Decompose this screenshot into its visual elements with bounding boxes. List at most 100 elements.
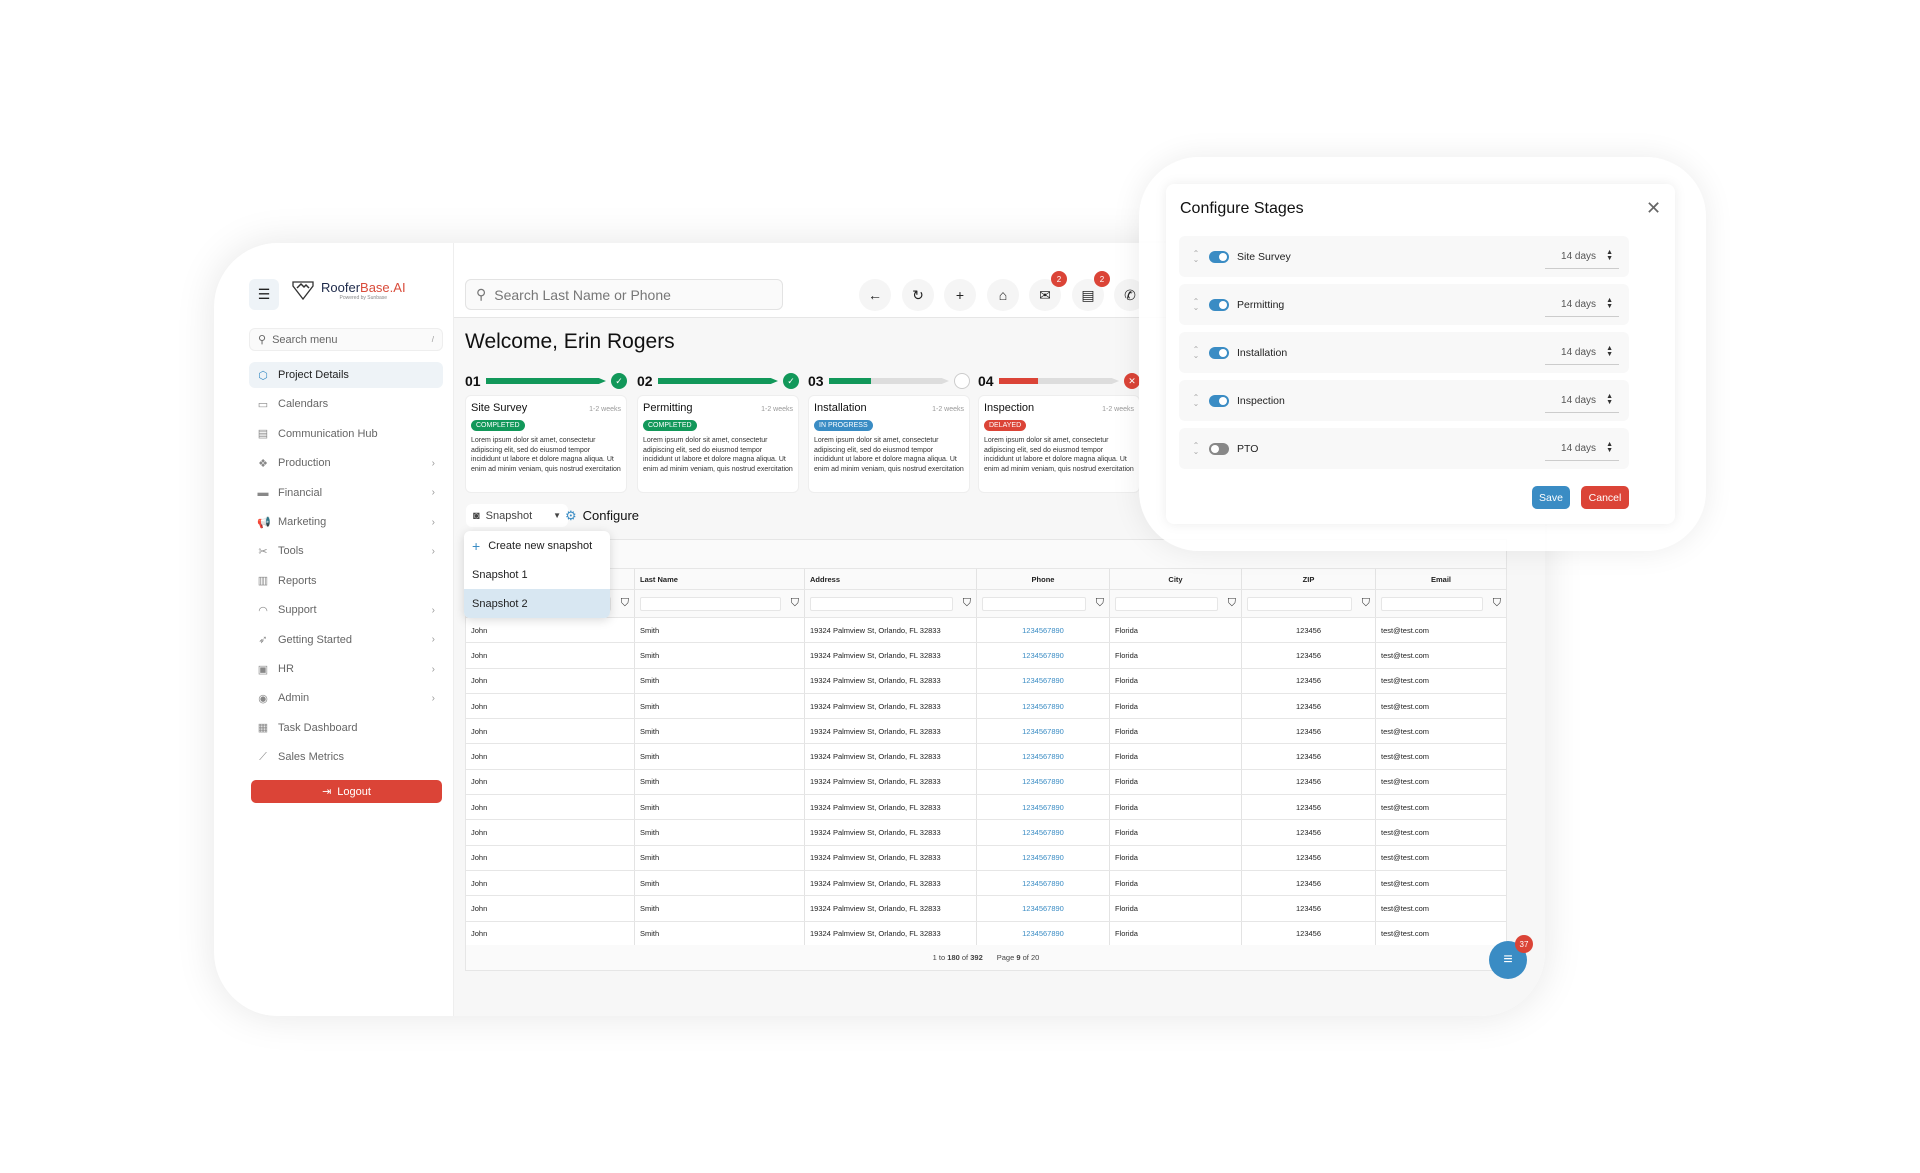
filter-icon[interactable]: ⛉ (1362, 597, 1370, 610)
stage-toggle[interactable] (1209, 442, 1229, 455)
phone-link[interactable]: 1234567890 (977, 845, 1110, 870)
collapse-sidebar-button[interactable]: ☰ (249, 279, 279, 310)
global-search-input[interactable]: ⚲ Search Last Name or Phone (465, 279, 783, 310)
filter-icon[interactable]: ⛉ (1493, 597, 1501, 610)
sidebar-item-calendars[interactable]: ▭ Calendars (249, 391, 443, 417)
stepper-arrows-icon[interactable]: ▲ ▼ (1606, 441, 1613, 454)
table-row[interactable]: John Smith 19324 Palmview St, Orlando, FL … (466, 643, 1506, 669)
snapshot-dropdown[interactable]: ◙ Snapshot ▼ (466, 504, 568, 527)
stage-card[interactable]: Permitting 1-2 weeks COMPLETED Lorem ipsum … (637, 395, 799, 493)
sidebar-item-reports[interactable]: ▥ Reports (249, 568, 443, 594)
stepper-arrows-icon[interactable]: ▲ ▼ (1606, 393, 1613, 406)
stage-toggle[interactable] (1209, 346, 1229, 359)
sidebar-item-production[interactable]: ❖ Production › (249, 450, 443, 476)
phone-link[interactable]: 1234567890 (977, 618, 1110, 643)
snapshot-item-selected[interactable]: Snapshot 2 (464, 589, 610, 618)
table-row[interactable]: John Smith 19324 Palmview St, Orlando, FL … (466, 845, 1506, 871)
sidebar-item-task-dashboard[interactable]: ▦ Task Dashboard (249, 715, 443, 741)
back-button[interactable]: ← (859, 279, 891, 311)
stage-toggle[interactable] (1209, 394, 1229, 407)
add-button[interactable]: + (944, 279, 976, 311)
column-header[interactable]: ZIP (1242, 569, 1376, 589)
filter-input[interactable] (810, 596, 953, 611)
table-row[interactable]: John Smith 19324 Palmview St, Orlando, FL … (466, 668, 1506, 694)
refresh-button[interactable]: ↻ (902, 279, 934, 311)
home-button[interactable]: ⌂ (987, 279, 1019, 311)
filter-icon[interactable]: ⛉ (791, 597, 799, 610)
snapshot-item[interactable]: Snapshot 1 (464, 560, 610, 589)
drag-handle-icon[interactable]: ⌃ ⌄ (1191, 297, 1201, 311)
duration-stepper[interactable]: 14 days ▲ ▼ (1545, 245, 1619, 269)
menu-search-input[interactable]: ⚲ Search menu / (249, 328, 443, 351)
table-row[interactable]: John Smith 19324 Palmview St, Orlando, FL … (466, 719, 1506, 745)
close-button[interactable]: ✕ (1646, 198, 1661, 219)
phone-link[interactable]: 1234567890 (977, 795, 1110, 820)
sidebar-item-admin[interactable]: ◉ Admin › (249, 685, 443, 711)
stepper-arrows-icon[interactable]: ▲ ▼ (1606, 345, 1613, 358)
table-row[interactable]: John Smith 19324 Palmview St, Orlando, FL … (466, 693, 1506, 720)
table-row[interactable]: John Smith 19324 Palmview St, Orlando, FL … (466, 896, 1506, 922)
filter-icon[interactable]: ⛉ (963, 597, 971, 610)
sidebar-item-getting-started[interactable]: ➶ Getting Started › (249, 627, 443, 653)
column-header[interactable]: Email (1376, 569, 1506, 589)
column-header[interactable]: Address (805, 569, 977, 589)
filter-icon[interactable]: ⛉ (1228, 597, 1236, 610)
create-snapshot-item[interactable]: + Create new snapshot (464, 531, 610, 560)
stepper-arrows-icon[interactable]: ▲ ▼ (1606, 249, 1613, 262)
filter-icon[interactable]: ⛉ (621, 597, 629, 610)
column-header[interactable]: Phone (977, 569, 1110, 589)
duration-stepper[interactable]: 14 days ▲ ▼ (1545, 293, 1619, 317)
configure-button[interactable]: ⚙ Configure (565, 504, 639, 527)
sidebar-item-tools[interactable]: ✂ Tools › (249, 538, 443, 564)
drag-handle-icon[interactable]: ⌃ ⌄ (1191, 393, 1201, 407)
phone-link[interactable]: 1234567890 (977, 820, 1110, 845)
phone-link[interactable]: 1234567890 (977, 896, 1110, 921)
chat-button[interactable]: ▤ 2 (1072, 271, 1110, 311)
phone-link[interactable]: 1234567890 (977, 921, 1110, 946)
phone-link[interactable]: 1234567890 (977, 769, 1110, 795)
phone-link[interactable]: 1234567890 (977, 668, 1110, 693)
drag-handle-icon[interactable]: ⌃ ⌄ (1191, 441, 1201, 455)
column-header[interactable]: City (1110, 569, 1242, 589)
drag-handle-icon[interactable]: ⌃ ⌄ (1191, 345, 1201, 359)
duration-stepper[interactable]: 14 days ▲ ▼ (1545, 341, 1619, 365)
table-row[interactable]: John Smith 19324 Palmview St, Orlando, FL … (466, 870, 1506, 897)
column-header[interactable]: Last Name (635, 569, 805, 589)
filter-input[interactable] (1247, 596, 1352, 611)
table-row[interactable]: John Smith 19324 Palmview St, Orlando, FL … (466, 618, 1506, 644)
sidebar-item-sales-metrics[interactable]: ⟋ Sales Metrics (249, 744, 443, 770)
stage-card[interactable]: Inspection 1-2 weeks DELAYED Lorem ipsum do… (978, 395, 1140, 493)
sidebar-item-marketing[interactable]: 📢 Marketing › (249, 509, 443, 535)
table-row[interactable]: John Smith 19324 Palmview St, Orlando, FL … (466, 921, 1506, 947)
sidebar-item-communication-hub[interactable]: ▤ Communication Hub (249, 421, 443, 447)
mail-button[interactable]: ✉ 2 (1029, 271, 1067, 311)
drag-handle-icon[interactable]: ⌃ ⌄ (1191, 249, 1201, 263)
phone-link[interactable]: 1234567890 (977, 870, 1110, 896)
filter-input[interactable] (1381, 596, 1483, 611)
phone-link[interactable]: 1234567890 (977, 719, 1110, 744)
phone-link[interactable]: 1234567890 (977, 744, 1110, 769)
stage-toggle[interactable] (1209, 298, 1229, 311)
duration-stepper[interactable]: 14 days ▲ ▼ (1545, 389, 1619, 413)
duration-stepper[interactable]: 14 days ▲ ▼ (1545, 437, 1619, 461)
sidebar-item-support[interactable]: ◠ Support › (249, 597, 443, 623)
sidebar-item-financial[interactable]: ▬ Financial › (249, 480, 443, 506)
filter-input[interactable] (982, 596, 1086, 611)
sidebar-item-project-details[interactable]: ⬡ Project Details (249, 362, 443, 388)
filter-input[interactable] (1115, 596, 1218, 611)
table-row[interactable]: John Smith 19324 Palmview St, Orlando, FL … (466, 744, 1506, 770)
cancel-button[interactable]: Cancel (1581, 486, 1629, 509)
table-row[interactable]: John Smith 19324 Palmview St, Orlando, FL … (466, 769, 1506, 796)
phone-link[interactable]: 1234567890 (977, 693, 1110, 719)
stepper-arrows-icon[interactable]: ▲ ▼ (1606, 297, 1613, 310)
floating-menu-button[interactable]: ≡ 37 (1489, 935, 1533, 979)
stage-toggle[interactable] (1209, 250, 1229, 263)
sidebar-item-hr[interactable]: ▣ HR › (249, 656, 443, 682)
phone-link[interactable]: 1234567890 (977, 643, 1110, 668)
filter-input[interactable] (640, 596, 781, 611)
table-row[interactable]: John Smith 19324 Palmview St, Orlando, FL … (466, 820, 1506, 846)
stage-card[interactable]: Installation 1-2 weeks IN PROGRESS Lorem ip… (808, 395, 970, 493)
logout-button[interactable]: ⇥ Logout (251, 780, 442, 803)
save-button[interactable]: Save (1532, 486, 1570, 509)
table-row[interactable]: John Smith 19324 Palmview St, Orlando, FL … (466, 795, 1506, 821)
